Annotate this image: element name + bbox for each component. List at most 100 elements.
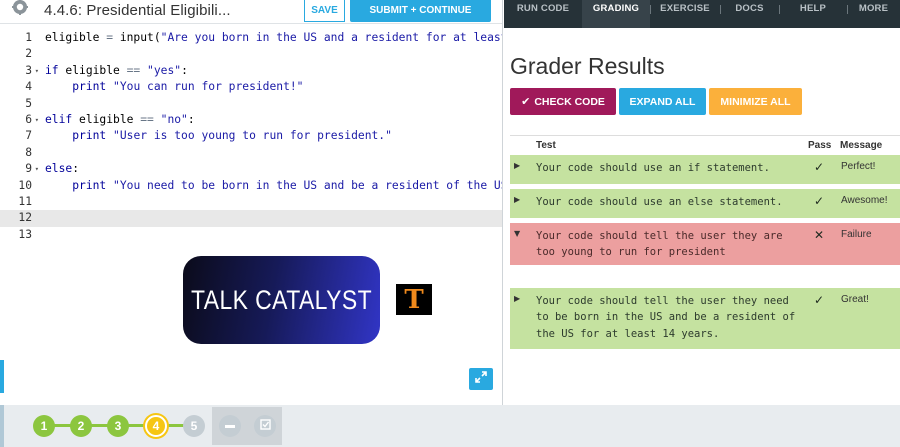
fold-arrow-icon[interactable]: ▾: [35, 161, 39, 177]
code-text: elif eligible == "no":: [45, 112, 195, 128]
code-line[interactable]: 11: [0, 194, 502, 210]
code-token: ==: [140, 112, 154, 126]
line-number: 13: [18, 227, 32, 241]
page-title: Grader Results: [510, 53, 665, 79]
progress-dash-step[interactable]: [219, 415, 241, 437]
code-line[interactable]: 5: [0, 96, 502, 112]
tab-separator: [847, 5, 848, 14]
progress-step-2[interactable]: 2: [70, 415, 92, 437]
minimize-all-button[interactable]: MINIMIZE ALL: [709, 88, 802, 115]
talk-catalyst-logo: TALK CATALYST: [183, 256, 380, 344]
code-token: input(: [113, 31, 161, 44]
code-line[interactable]: 12: [0, 210, 502, 227]
code-line[interactable]: 7 print "User is too young to run for pr…: [0, 128, 502, 144]
logo-text: TALK CATALYST: [190, 284, 373, 315]
code-text: print "User is too young to run for pres…: [45, 128, 392, 144]
tab-exercise[interactable]: EXERCISE: [650, 0, 720, 28]
line-number: 9: [25, 162, 32, 176]
caret-right-icon[interactable]: ▶: [514, 161, 520, 170]
code-token: print: [72, 80, 107, 94]
line-gutter: 7: [0, 128, 40, 144]
check-code-button[interactable]: ✔ CHECK CODE: [510, 88, 616, 115]
code-text: if eligible == "yes":: [45, 63, 188, 79]
line-gutter: 9 ▾: [0, 161, 40, 177]
fullscreen-button[interactable]: [469, 368, 493, 390]
result-row[interactable]: ▶ Your code should use an if statement. ✓ P…: [510, 155, 900, 184]
tab-run-code[interactable]: RUN CODE: [504, 0, 582, 28]
line-gutter: 8: [0, 145, 40, 161]
code-line[interactable]: 13: [0, 227, 502, 243]
line-number: 7: [25, 129, 32, 143]
code-line[interactable]: 3 ▾ if eligible == "yes":: [0, 63, 502, 79]
right-pane: RUN CODE GRADING EXERCISE DOCS HELP MORE Grad…: [504, 0, 900, 405]
code-line[interactable]: 4 print "You can run for president!": [0, 79, 502, 95]
line-number: 2: [25, 47, 32, 61]
code-text: else:: [45, 161, 79, 177]
fold-arrow-icon[interactable]: ▾: [35, 112, 39, 128]
line-gutter: 1: [0, 30, 40, 46]
code-editor[interactable]: 1 eligible = input("Are you born in the U…: [0, 30, 502, 241]
caret-down-icon[interactable]: ▼: [514, 229, 520, 238]
code-token: :: [72, 162, 80, 176]
tab-more[interactable]: MORE: [847, 0, 900, 28]
gear-icon[interactable]: [9, 0, 31, 22]
minus-icon: [225, 424, 235, 428]
line-gutter: 11: [0, 194, 40, 210]
caret-right-icon[interactable]: ▶: [514, 294, 520, 303]
code-line[interactable]: 1 eligible = input("Are you born in the U…: [0, 30, 502, 46]
checkmark-icon: ✓: [814, 160, 825, 174]
code-line[interactable]: 10 print "You need to be born in the US …: [0, 178, 502, 194]
t-logo-letter: T: [404, 284, 424, 315]
line-gutter: 6 ▾: [0, 112, 40, 128]
code-token: eligible: [45, 31, 107, 44]
code-line[interactable]: 8: [0, 145, 502, 161]
code-token: eligible: [58, 63, 127, 77]
progress-submit-step[interactable]: [254, 415, 276, 437]
code-token: "User is too young to run for president.…: [113, 129, 392, 143]
tab-docs[interactable]: DOCS: [720, 0, 779, 28]
line-gutter: 5: [0, 96, 40, 112]
caret-right-icon[interactable]: ▶: [514, 195, 520, 204]
code-token: "You can run for president!": [113, 80, 304, 94]
progress-step-3[interactable]: 3: [107, 415, 129, 437]
code-line[interactable]: 9 ▾ else:: [0, 161, 502, 177]
fold-arrow-icon[interactable]: ▾: [35, 63, 39, 79]
tab-grading[interactable]: GRADING: [582, 0, 650, 28]
progress-step-5[interactable]: 5: [183, 415, 205, 437]
tab-separator: [720, 5, 721, 14]
code-text: print "You can run for president!": [45, 79, 303, 95]
line-number: 6: [25, 112, 32, 126]
line-number: 3: [25, 63, 32, 77]
line-number: 12: [18, 211, 32, 225]
code-line[interactable]: 6 ▾ elif eligible == "no":: [0, 112, 502, 128]
progress-step-1[interactable]: 1: [33, 415, 55, 437]
code-token: "no": [160, 112, 188, 126]
line-gutter: 3 ▾: [0, 63, 40, 79]
code-token: ==: [126, 63, 141, 77]
line-number: 5: [25, 96, 32, 110]
tab-help[interactable]: HELP: [779, 0, 847, 28]
result-row[interactable]: ▶ Your code should tell the user they nee…: [510, 288, 900, 349]
result-test-text: Your code should tell the user they are …: [536, 230, 783, 259]
line-number: 11: [18, 194, 32, 208]
expand-all-button[interactable]: EXPAND ALL: [619, 88, 706, 115]
result-row[interactable]: ▼ Your code should tell the user they are…: [510, 223, 900, 265]
results-header-row: Test Pass Message: [510, 135, 900, 153]
code-token: "yes": [147, 63, 182, 77]
cross-icon: ✕: [814, 228, 825, 242]
save-button[interactable]: SAVE: [304, 0, 345, 22]
grader-results-table: Test Pass Message ▶ Your code should use …: [510, 135, 900, 349]
result-test-text: Your code should tell the user they need…: [536, 295, 796, 340]
line-number: 10: [18, 178, 32, 192]
result-row[interactable]: ▶ Your code should use an else statement.…: [510, 189, 900, 218]
result-message: Failure: [841, 229, 872, 240]
checkmark-icon: ✓: [814, 293, 825, 307]
submit-continue-button[interactable]: SUBMIT + CONTINUE: [350, 0, 491, 22]
code-line[interactable]: 2: [0, 46, 502, 62]
code-token: =: [106, 31, 114, 44]
line-number: 4: [25, 80, 32, 94]
header-test: Test: [536, 140, 556, 151]
code-token: eligible: [72, 112, 141, 126]
progress-step-4[interactable]: 4: [145, 415, 167, 437]
